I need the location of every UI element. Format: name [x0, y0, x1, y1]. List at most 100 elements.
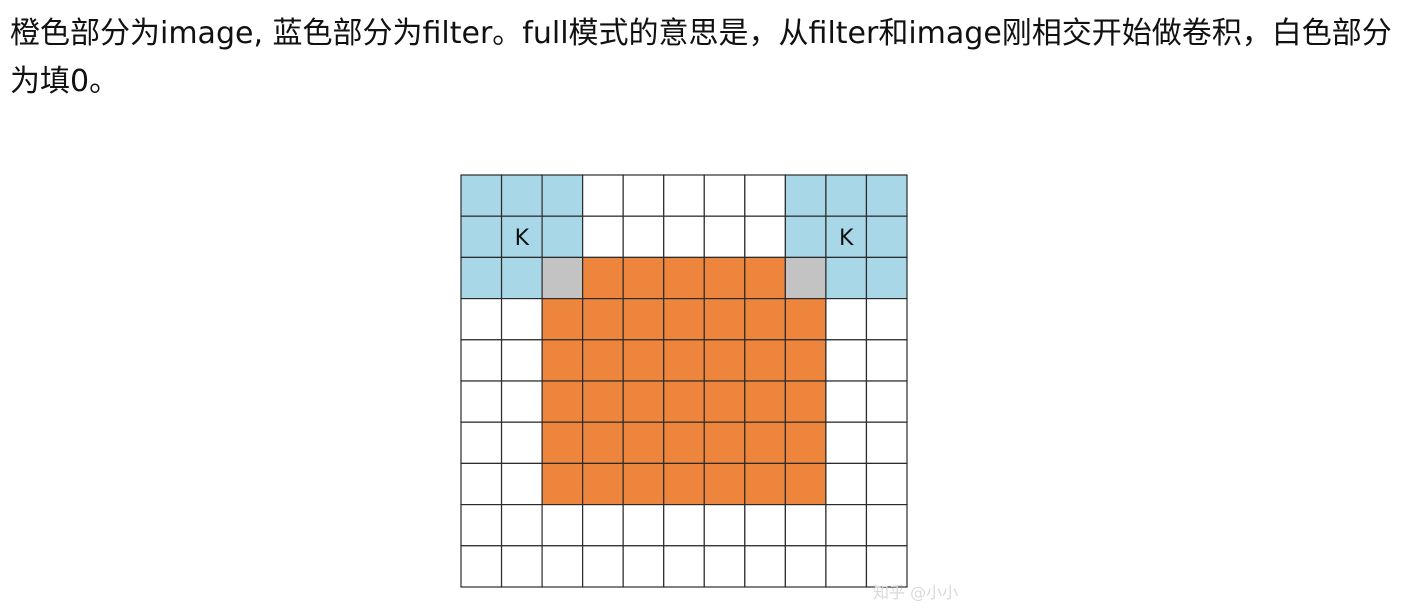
grid-cell-blue-r2-c1	[500, 256, 543, 300]
grid-cell-orange-r5-c5	[663, 380, 705, 423]
grid-cell-white-r8-c8	[784, 504, 827, 547]
grid-cell-white-r5-c9	[825, 380, 868, 423]
grid-cell-white-r5-c0	[460, 380, 503, 423]
grid-cell-white-r9-c4	[622, 545, 665, 588]
grid-cell-white-r4-c0	[460, 339, 503, 382]
grid-cell-orange-r7-c7	[744, 462, 786, 506]
grid-cell-white-r8-c5	[663, 504, 705, 547]
grid-cell-orange-r3-c3	[582, 297, 624, 341]
grid-cell-white-r8-c10	[865, 504, 908, 547]
grid-cell-orange-r4-c2	[541, 339, 584, 382]
grid-cell-gray-r2-c8	[784, 256, 827, 300]
grid-cell-orange-r2-c5	[663, 256, 705, 300]
grid-cell-white-r9-c0	[460, 545, 503, 588]
grid-cell-blue-r2-c10	[865, 256, 908, 300]
grid-cell-orange-r7-c8	[784, 462, 827, 506]
grid-cell-orange-r6-c3	[582, 421, 624, 464]
grid-cell-blue-r0-c1	[500, 174, 543, 217]
grid-cell-orange-r5-c8	[784, 380, 827, 423]
grid-cell-white-r9-c2	[541, 545, 584, 588]
grid-cell-orange-r5-c2	[541, 380, 584, 423]
grid-cell-blue-r0-c9	[825, 174, 868, 217]
grid-cell-blue-r2-c0	[460, 256, 503, 300]
grid-cell-blue-r0-c2	[541, 174, 584, 217]
grid-cell-white-r8-c2	[541, 504, 584, 547]
grid-cell-white-r9-c9	[825, 545, 868, 588]
grid-cell-orange-r2-c4	[622, 256, 665, 300]
grid-cell-blue-r0-c8	[784, 174, 827, 217]
grid-cell-blue-r1-c8	[784, 215, 827, 259]
grid-cell-white-r6-c10	[865, 421, 908, 464]
grid-cell-orange-r5-c7	[744, 380, 786, 423]
grid-cell-orange-r3-c5	[663, 297, 705, 341]
grid-cell-orange-r5-c3	[582, 380, 624, 423]
grid-cell-white-r1-c3	[582, 215, 624, 259]
grid-cell-white-r9-c1	[500, 545, 543, 588]
grid-cell-white-r6-c9	[825, 421, 868, 464]
grid-cell-blue-r0-c10	[865, 174, 908, 217]
grid-cell-orange-r4-c6	[703, 339, 746, 382]
grid-cell-orange-r5-c6	[703, 380, 746, 423]
grid-cell-white-r3-c1	[500, 297, 543, 341]
grid-cell-white-r3-c9	[825, 297, 868, 341]
grid-cell-white-r0-c7	[744, 174, 786, 217]
grid-cell-white-r7-c9	[825, 462, 868, 506]
grid-cell-orange-r4-c4	[622, 339, 665, 382]
grid-cell-orange-r7-c6	[703, 462, 746, 506]
convolution-grid: KK	[460, 174, 908, 588]
grid-cell-white-r0-c3	[582, 174, 624, 217]
grid-cell-white-r9-c7	[744, 545, 786, 588]
grid-cell-white-r9-c5	[663, 545, 705, 588]
grid-cell-white-r4-c9	[825, 339, 868, 382]
grid-cell-white-r1-c7	[744, 215, 786, 259]
grid-cell-orange-r4-c5	[663, 339, 705, 382]
grid-cell-orange-r7-c2	[541, 462, 584, 506]
article-paragraph: 橙色部分为image, 蓝色部分为filter。full模式的意思是，从filt…	[10, 16, 1392, 99]
grid-cell-white-r8-c7	[744, 504, 786, 547]
grid-cell-orange-r2-c6	[703, 256, 746, 300]
grid-cell-orange-r2-c3	[582, 256, 624, 300]
grid-cell-white-r8-c9	[825, 504, 868, 547]
grid-cell-white-r8-c4	[622, 504, 665, 547]
grid-cell-blue-r1-c0	[460, 215, 503, 259]
grid-cell-orange-r3-c7	[744, 297, 786, 341]
grid-cell-white-r0-c6	[703, 174, 746, 217]
grid-cell-white-r6-c0	[460, 421, 503, 464]
grid-cell-white-r8-c6	[703, 504, 746, 547]
grid-cell-orange-r7-c4	[622, 462, 665, 506]
grid-cell-orange-r6-c5	[663, 421, 705, 464]
grid-cell-gray-r2-c2	[541, 256, 584, 300]
grid-cell-orange-r3-c4	[622, 297, 665, 341]
grid-cell-white-r7-c0	[460, 462, 503, 506]
grid-cell-white-r1-c5	[663, 215, 705, 259]
grid-cell-orange-r6-c4	[622, 421, 665, 464]
grid-cell-orange-r3-c8	[784, 297, 827, 341]
grid-cell-white-r9-c8	[784, 545, 827, 588]
grid-cell-orange-r3-c2	[541, 297, 584, 341]
kernel-label-2: K	[839, 226, 854, 251]
grid-cell-white-r1-c6	[703, 215, 746, 259]
grid-cell-white-r8-c1	[500, 504, 543, 547]
grid-cell-white-r5-c10	[865, 380, 908, 423]
grid-cell-white-r1-c4	[622, 215, 665, 259]
grid-cell-white-r8-c3	[582, 504, 624, 547]
zhihu-watermark: 知乎 @小小	[873, 583, 959, 602]
grid-cell-white-r4-c10	[865, 339, 908, 382]
grid-cell-white-r5-c1	[500, 380, 543, 423]
grid-cell-white-r4-c1	[500, 339, 543, 382]
kernel-label-1: K	[515, 226, 530, 251]
grid-cell-white-r0-c4	[622, 174, 665, 217]
grid-cell-white-r7-c1	[500, 462, 543, 506]
grid-cell-orange-r6-c6	[703, 421, 746, 464]
grid-cell-orange-r6-c2	[541, 421, 584, 464]
grid-cell-blue-r2-c9	[825, 256, 868, 300]
grid-cell-white-r8-c0	[460, 504, 503, 547]
grid-cell-blue-r1-c10	[865, 215, 908, 259]
grid-cell-orange-r7-c3	[582, 462, 624, 506]
grid-cell-orange-r5-c4	[622, 380, 665, 423]
grid-cell-blue-r1-c2	[541, 215, 584, 259]
grid-cell-orange-r3-c6	[703, 297, 746, 341]
grid-cell-orange-r4-c3	[582, 339, 624, 382]
grid-cell-blue-r0-c0	[460, 174, 503, 217]
grid-cell-white-r7-c10	[865, 462, 908, 506]
